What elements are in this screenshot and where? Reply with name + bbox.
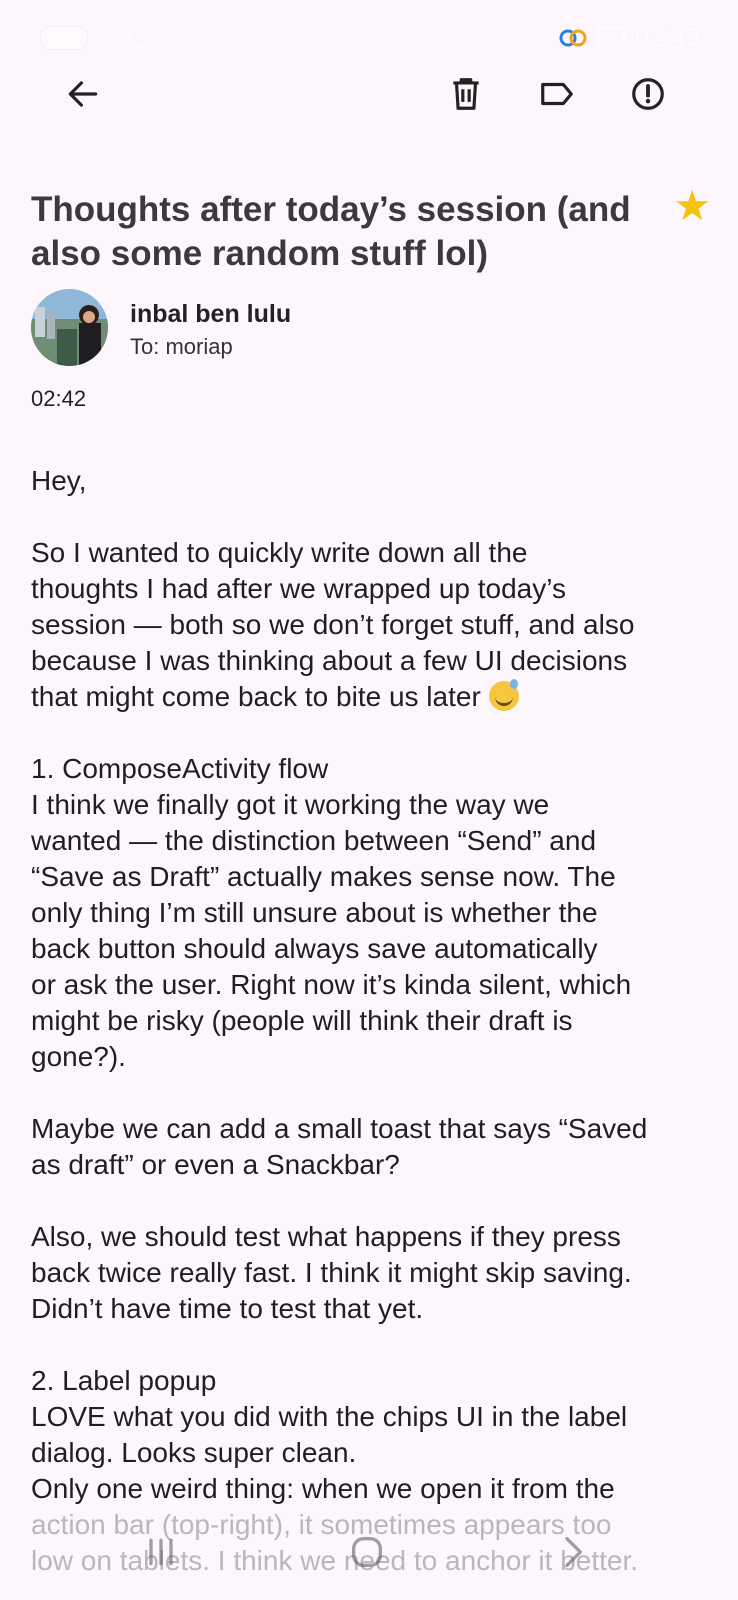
email-detail-screen: 02:49 Thoughts after today’s session (an… (0, 0, 738, 1600)
status-time: 02:49 (634, 22, 700, 52)
body-line: because I was thinking about a few UI de… (31, 645, 628, 676)
report-spam-button[interactable] (618, 64, 678, 124)
sweat-smile-emoji-icon (488, 679, 519, 711)
nav-back-icon (565, 1537, 582, 1567)
email-subject: Thoughts after today’s session (and also… (31, 190, 631, 273)
top-app-bar (0, 58, 738, 130)
avatar[interactable] (31, 289, 108, 366)
alert-circle-icon (632, 78, 664, 110)
body-line: only thing I’m still unsure about is whe… (31, 897, 598, 928)
system-nav-bar (0, 1510, 738, 1600)
body-line: 1. ComposeActivity flow (31, 753, 329, 784)
body-line: Maybe we can add a small toast that says… (31, 1113, 648, 1144)
status-pill-icon (40, 26, 88, 50)
recents-button[interactable] (126, 1524, 196, 1580)
app-indicator-icon (559, 29, 587, 46)
body-line: Didn’t have time to test that yet. (31, 1293, 424, 1324)
body-line: session — both so we don’t forget stuff,… (31, 609, 635, 640)
label-button[interactable] (527, 64, 587, 124)
body-paragraph: Hey, (31, 463, 721, 499)
body-line: might be risky (people will think their … (31, 1005, 573, 1036)
body-line: LOVE what you did with the chips UI in t… (31, 1401, 628, 1432)
recipient-line[interactable]: To: moriap (130, 334, 233, 360)
email-body: Hey, So I wanted to quickly write down a… (31, 463, 721, 1579)
body-paragraph: Maybe we can add a small toast that says… (31, 1111, 721, 1183)
body-line: “Save as Draft” actually makes sense now… (31, 861, 616, 892)
back-button[interactable] (53, 64, 113, 124)
delete-button[interactable] (436, 64, 496, 124)
body-line: back twice really fast. I think it might… (31, 1257, 632, 1288)
label-icon (541, 82, 573, 106)
arrow-left-icon (68, 81, 98, 107)
body-line-with-emoji: that might come back to bite us later (31, 679, 721, 715)
sender-name[interactable]: inbal ben lulu (130, 300, 291, 329)
body-paragraph: 1. ComposeActivity flow I think we final… (31, 751, 721, 1075)
body-line: Only one weird thing: when we open it fr… (31, 1473, 615, 1504)
battery-icon (596, 26, 625, 49)
body-line: I think we finally got it working the wa… (31, 789, 550, 820)
body-line: 2. Label popup (31, 1365, 217, 1396)
trash-icon (453, 78, 479, 110)
body-line: that might come back to bite us later (31, 681, 481, 712)
body-line: or ask the user. Right now it’s kinda si… (31, 969, 632, 1000)
recents-icon (149, 1538, 173, 1566)
body-line: gone?). (31, 1041, 126, 1072)
home-button[interactable] (332, 1524, 402, 1580)
nav-back-button[interactable] (537, 1524, 607, 1580)
body-line: So I wanted to quickly write down all th… (31, 537, 528, 568)
email-time: 02:42 (31, 386, 87, 411)
body-line: wanted — the distinction between “Send” … (31, 825, 597, 856)
star-icon[interactable]: ★ (673, 184, 711, 228)
sender-header: inbal ben lulu To: moriap (31, 289, 711, 369)
status-icons-left (40, 26, 148, 50)
body-line: thoughts I had after we wrapped up today… (31, 573, 566, 604)
body-line: as draft” or even a Snackbar? (31, 1149, 400, 1180)
notification-icon (98, 28, 118, 48)
status-icons-right: 02:49 (559, 22, 700, 53)
home-icon (352, 1537, 382, 1567)
signal-icon (128, 28, 148, 48)
body-paragraph: Also, we should test what happens if the… (31, 1219, 721, 1327)
body-line: dialog. Looks super clean. (31, 1437, 357, 1468)
body-line: Also, we should test what happens if the… (31, 1221, 621, 1252)
body-line: back button should always save automatic… (31, 933, 598, 964)
body-paragraph: So I wanted to quickly write down all th… (31, 535, 721, 715)
body-line: Hey, (31, 465, 87, 496)
subject-row: Thoughts after today’s session (and also… (31, 184, 711, 276)
